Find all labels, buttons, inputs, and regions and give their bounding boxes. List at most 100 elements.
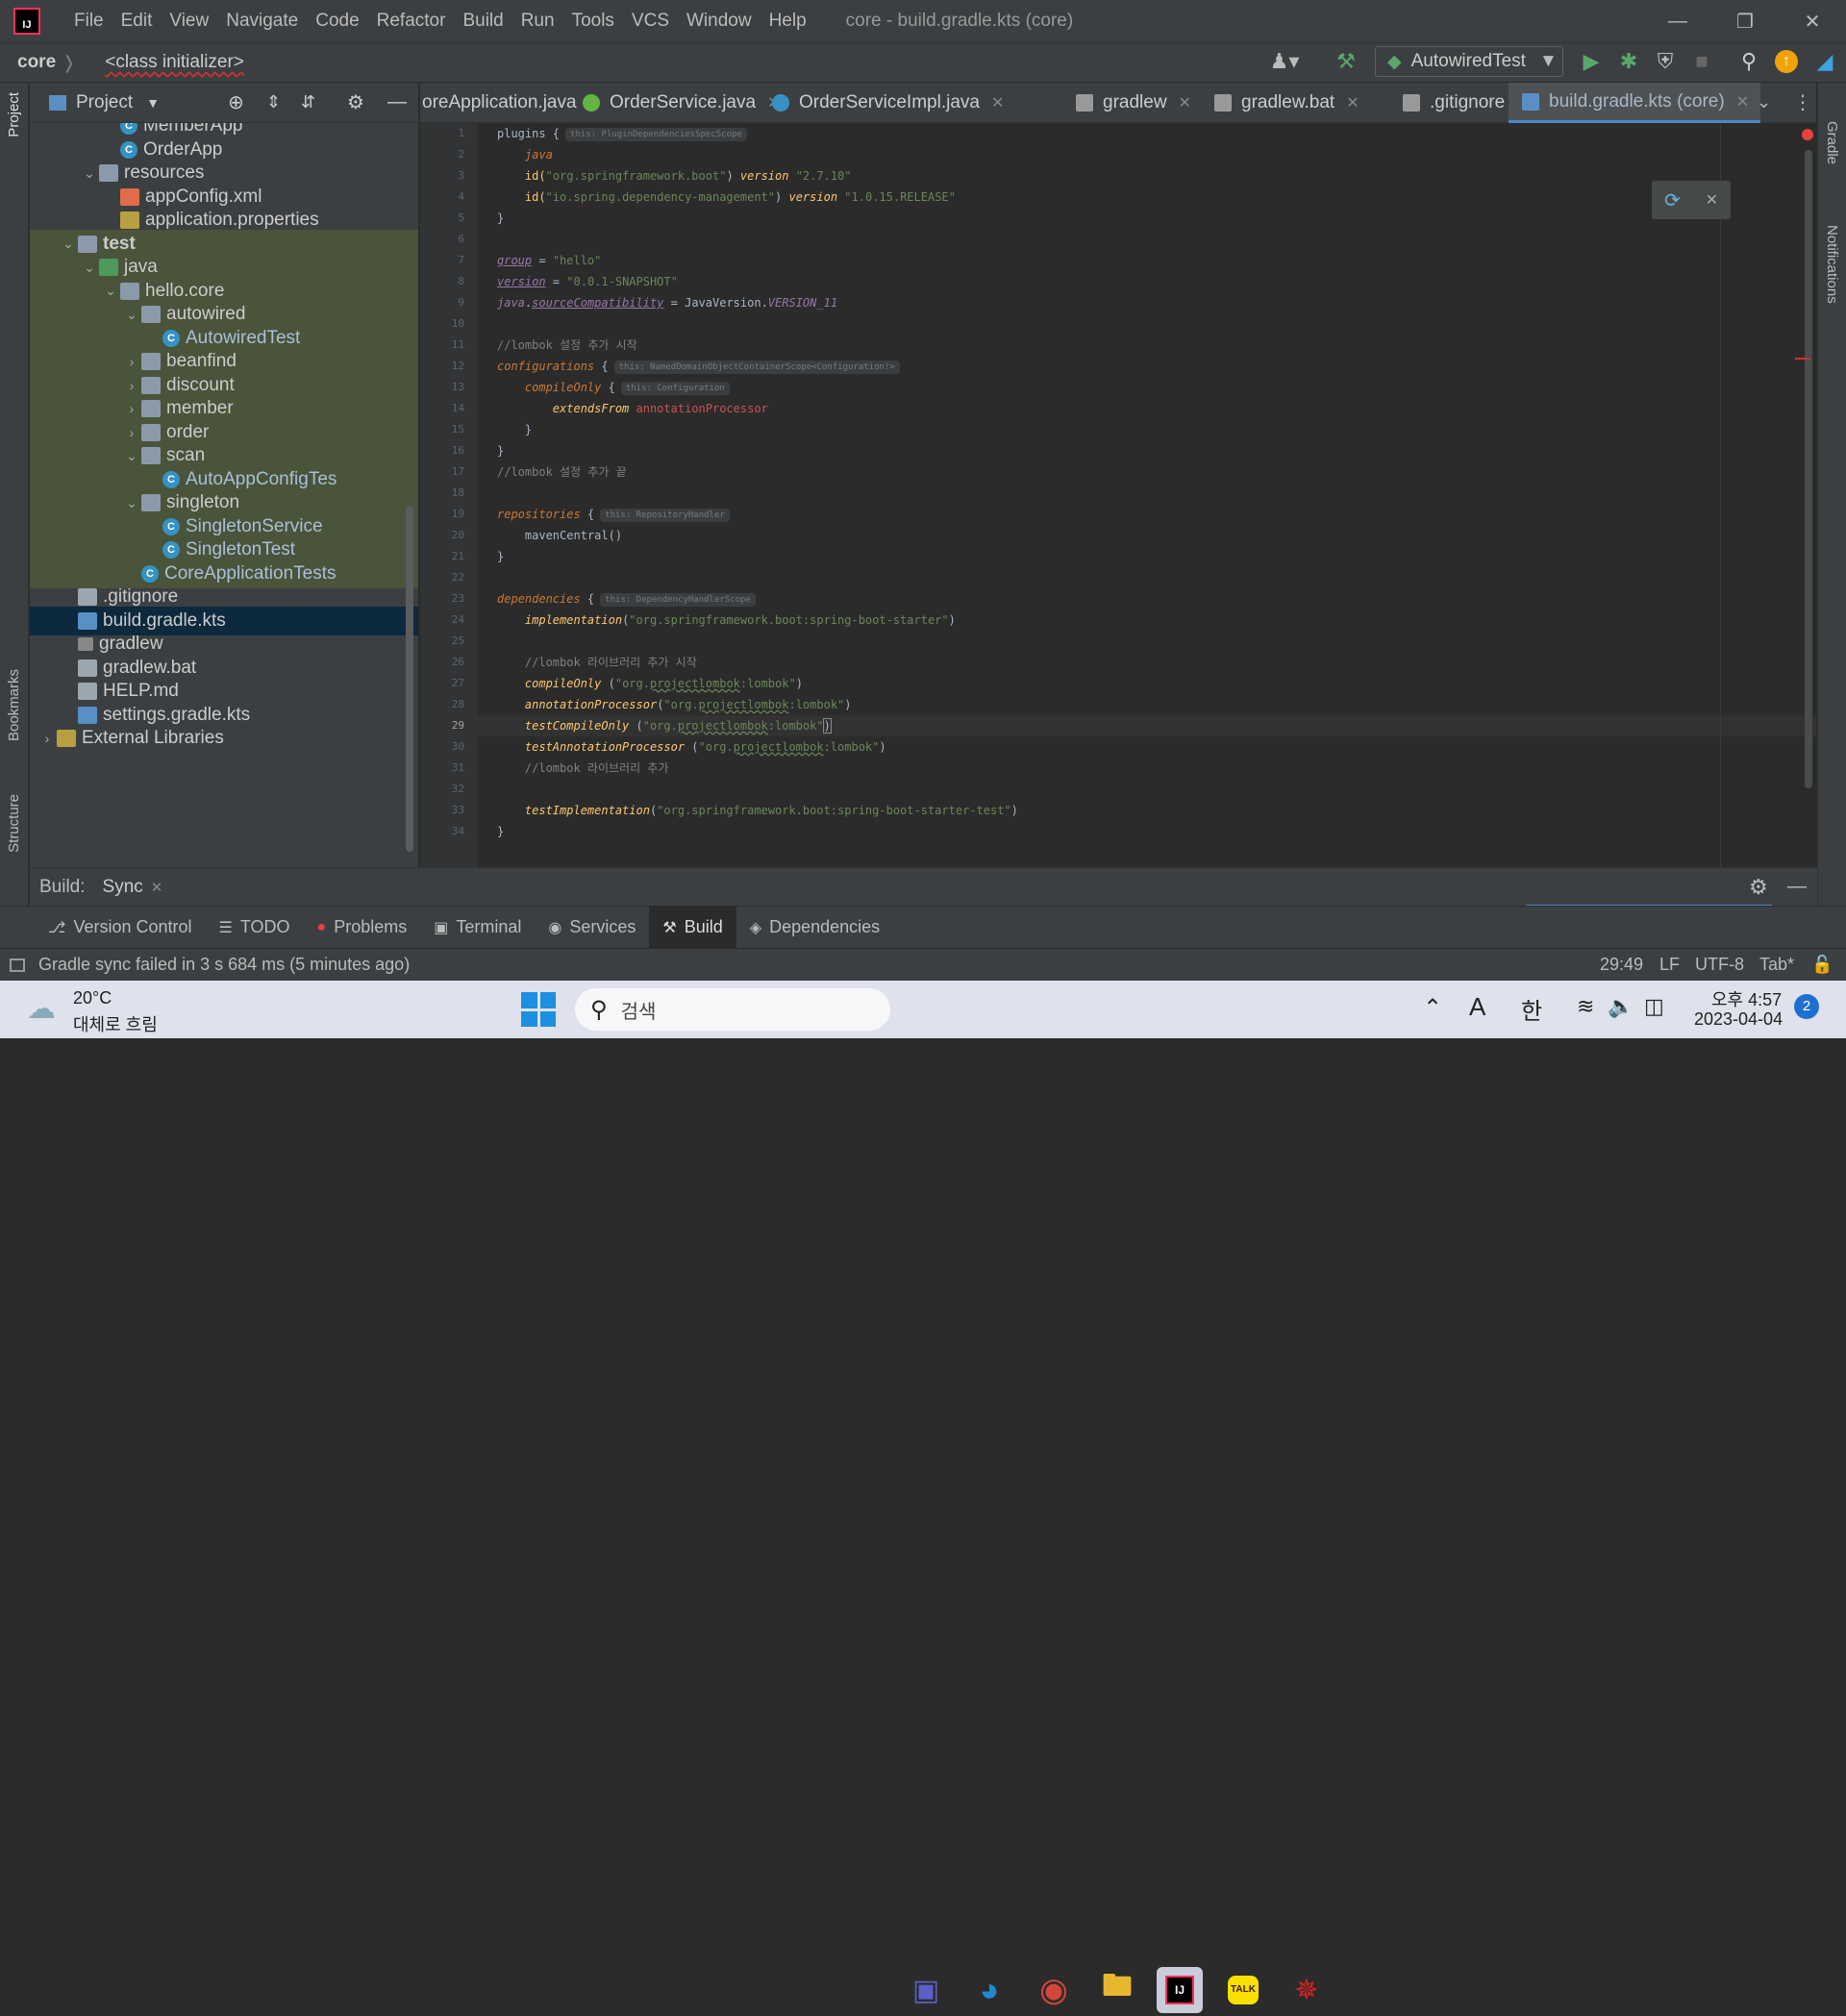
collapse-all-icon[interactable]: ⇵ xyxy=(301,92,315,112)
user-icon[interactable]: ♟▾ xyxy=(1270,48,1300,75)
editor-tab[interactable]: gradlew ✕ xyxy=(1062,83,1203,123)
menu-view[interactable]: View xyxy=(161,11,217,32)
menu-window[interactable]: Window xyxy=(678,11,761,32)
status-message[interactable]: Gradle sync failed in 3 s 684 ms (5 minu… xyxy=(38,955,410,975)
stop-icon[interactable]: ■ xyxy=(1688,48,1715,75)
project-tool-label[interactable]: Project xyxy=(6,92,22,137)
chevron-right-icon[interactable]: › xyxy=(37,731,57,746)
chevron-down-icon[interactable]: ⌄ xyxy=(122,307,141,323)
chevron-right-icon[interactable]: › xyxy=(122,425,141,440)
error-stripe-mark[interactable] xyxy=(1795,358,1810,360)
locate-icon[interactable]: ⊕ xyxy=(228,90,244,114)
gear-icon[interactable]: ⚙ xyxy=(347,90,364,114)
editor-scrollbar[interactable] xyxy=(1805,150,1812,788)
lock-icon[interactable]: 🔓 xyxy=(1811,955,1833,975)
indent-setting[interactable]: Tab* xyxy=(1759,955,1794,975)
jetbrains-icon[interactable]: ◢ xyxy=(1811,48,1838,75)
editor-tab[interactable]: build.gradle.kts (core) ✕ xyxy=(1509,83,1761,123)
intellij-taskbar-icon[interactable]: IJ xyxy=(1157,1967,1203,2013)
chevron-right-icon[interactable]: › xyxy=(122,378,141,393)
search-icon[interactable]: ⚲ xyxy=(1735,48,1762,75)
run-icon[interactable]: ▶ xyxy=(1578,48,1605,75)
menu-build[interactable]: Build xyxy=(454,11,511,32)
weather-desc[interactable]: 대체로 흐림 xyxy=(73,1011,158,1036)
close-tab-icon[interactable]: ✕ xyxy=(1346,93,1359,112)
tool-window-services[interactable]: ◉ Services xyxy=(535,907,649,949)
chevron-down-icon[interactable]: ⌄ xyxy=(59,236,78,252)
edge-icon[interactable]: ◕ xyxy=(966,1967,1012,2013)
close-tab-icon[interactable]: ✕ xyxy=(1736,92,1749,112)
clock-time[interactable]: 오후 4:57 xyxy=(1711,986,1782,1011)
gradle-tool-label[interactable]: Gradle xyxy=(1824,121,1840,164)
chrome-icon[interactable]: ◉ xyxy=(1031,1967,1077,2013)
menu-vcs[interactable]: VCS xyxy=(623,11,678,32)
hide-panel-icon[interactable]: — xyxy=(387,91,407,113)
kakaotalk-icon[interactable]: TALK xyxy=(1220,1967,1266,2013)
breadcrumb-item[interactable]: <class initializer> xyxy=(105,52,244,73)
tree-item[interactable]: › External Libraries xyxy=(30,724,418,753)
minimize-button[interactable]: — xyxy=(1644,0,1711,42)
panel-toggle-icon[interactable] xyxy=(10,958,25,972)
menu-code[interactable]: Code xyxy=(307,11,367,32)
ime-language[interactable]: 한 xyxy=(1521,992,1542,1026)
project-panel-title[interactable]: Project xyxy=(76,92,133,113)
search-box[interactable]: ⚲ 검색 xyxy=(575,988,890,1031)
tool-window-version-control[interactable]: ⎇ Version Control xyxy=(35,907,206,949)
restore-button[interactable]: ❐ xyxy=(1711,0,1779,42)
chevron-down-icon[interactable]: ⌄ xyxy=(101,283,120,299)
hide-panel-icon[interactable]: — xyxy=(1787,876,1807,898)
chevron-down-icon[interactable]: ⌄ xyxy=(80,165,99,182)
run-configuration-select[interactable]: ◆ AutowiredTest ▼ xyxy=(1375,46,1563,77)
tool-window-dependencies[interactable]: ◈ Dependencies xyxy=(736,907,893,949)
expand-all-icon[interactable]: ⇕ xyxy=(266,92,281,112)
coverage-icon[interactable]: ⛨ xyxy=(1652,48,1679,75)
menu-run[interactable]: Run xyxy=(512,11,563,32)
notifications-tool-label[interactable]: Notifications xyxy=(1824,225,1840,304)
chevron-up-icon[interactable]: ⌃ xyxy=(1423,994,1442,1022)
windows-start-icon[interactable] xyxy=(521,992,556,1027)
close-icon[interactable]: ✕ xyxy=(151,879,163,896)
tool-window-build[interactable]: ⚒ Build xyxy=(649,906,736,949)
chevron-down-icon[interactable]: ▼ xyxy=(146,95,160,111)
close-icon[interactable]: ✕ xyxy=(1706,190,1718,210)
chevron-right-icon[interactable]: › xyxy=(122,401,141,416)
weather-icon[interactable]: ☁ xyxy=(27,992,56,1026)
line-separator[interactable]: LF xyxy=(1659,955,1680,975)
clock-date[interactable]: 2023-04-04 xyxy=(1694,1009,1783,1030)
ime-mode[interactable]: A xyxy=(1469,992,1485,1022)
menu-navigate[interactable]: Navigate xyxy=(217,11,307,32)
update-icon[interactable]: ↑ xyxy=(1773,48,1800,75)
structure-tool-label[interactable]: Structure xyxy=(6,794,22,853)
tool-window-todo[interactable]: ☰ TODO xyxy=(206,907,304,949)
gear-icon[interactable]: ⚙ xyxy=(1749,875,1768,900)
debug-icon[interactable]: ✱ xyxy=(1615,48,1642,75)
tab-list-chevron-icon[interactable]: ⌄ xyxy=(1757,92,1771,112)
file-encoding[interactable]: UTF-8 xyxy=(1695,955,1744,975)
editor-tab[interactable]: OrderServiceImpl.java ✕ xyxy=(759,83,1015,123)
more-options-icon[interactable]: ⋮ xyxy=(1793,90,1812,114)
tool-window-problems[interactable]: ● Problems xyxy=(304,907,421,949)
menu-edit[interactable]: Edit xyxy=(112,11,162,32)
menu-file[interactable]: File xyxy=(65,11,112,32)
error-indicator-icon[interactable] xyxy=(1802,129,1813,140)
hammer-build-icon[interactable]: ⚒ xyxy=(1333,48,1360,75)
wifi-icon[interactable]: ≋ xyxy=(1577,994,1594,1019)
battery-icon[interactable]: ◫ xyxy=(1644,994,1664,1019)
pdf-reader-icon[interactable]: ✵ xyxy=(1284,1967,1330,2013)
bookmarks-tool-label[interactable]: Bookmarks xyxy=(6,669,22,741)
volume-icon[interactable]: 🔈 xyxy=(1608,994,1634,1019)
menu-help[interactable]: Help xyxy=(761,11,815,32)
close-tab-icon[interactable]: ✕ xyxy=(991,93,1004,112)
editor-tab[interactable]: gradlew.bat ✕ xyxy=(1201,83,1371,123)
close-window-button[interactable]: ✕ xyxy=(1779,0,1846,42)
tree-scrollbar[interactable] xyxy=(406,506,413,852)
weather-temp[interactable]: 20°C xyxy=(73,988,112,1008)
chevron-down-icon[interactable]: ⌄ xyxy=(122,448,141,464)
tool-window-terminal[interactable]: ▣ Terminal xyxy=(420,907,535,949)
chevron-down-icon[interactable]: ⌄ xyxy=(122,495,141,511)
caret-position[interactable]: 29:49 xyxy=(1600,955,1643,975)
file-explorer-icon[interactable]: 🖿 xyxy=(1094,1967,1140,2013)
close-tab-icon[interactable]: ✕ xyxy=(1179,93,1191,112)
build-sync-tab[interactable]: Sync xyxy=(103,877,143,898)
menu-refactor[interactable]: Refactor xyxy=(368,11,455,32)
